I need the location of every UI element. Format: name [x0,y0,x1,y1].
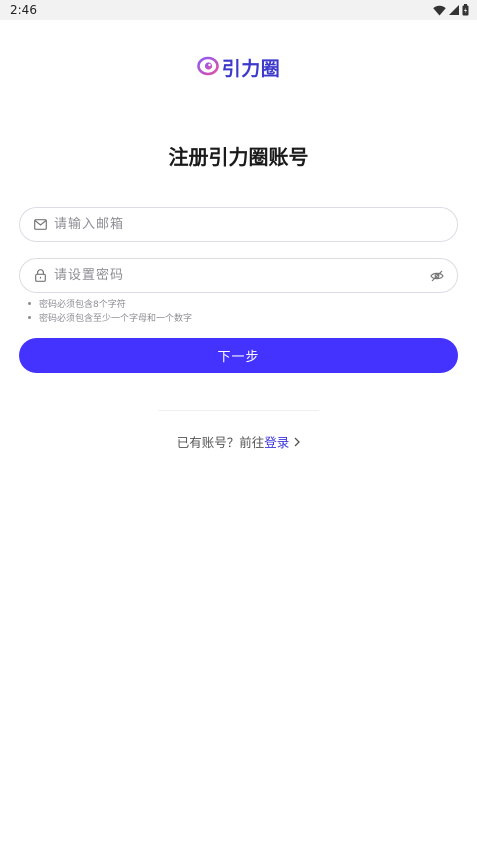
password-rule-text: 密码必须包含至少一个字母和一个数字 [39,313,193,324]
status-icons [433,4,469,16]
battery-icon [462,4,469,16]
password-input[interactable] [54,259,429,292]
password-field[interactable] [19,258,458,293]
page-title: 注册引力圈账号 [168,145,309,169]
divider [158,410,319,411]
mail-icon [33,218,47,232]
logo-icon [196,56,219,80]
chevron-right-icon [294,437,301,447]
login-prompt: 已有账号？前往 登录 [0,432,477,451]
lock-icon [33,269,47,283]
app-logo: 引力圈 [0,54,477,81]
password-rule-text: 密码必须包含8个字符 [39,299,126,310]
login-prompt-text: 已有账号？前往 [176,435,265,450]
next-button[interactable]: 下一步 [19,338,458,373]
wifi-icon [433,5,446,16]
logo-text: 引力圈 [221,58,281,80]
email-field[interactable] [19,207,458,242]
password-rules: 密码必须包含8个字符 密码必须包含至少一个字母和一个数字 [28,296,192,324]
bullet-icon [28,315,31,319]
login-link[interactable]: 登录 [264,432,301,451]
bullet-icon [28,301,31,305]
login-link-label[interactable]: 登录 [264,432,289,451]
password-rule: 密码必须包含8个字符 [28,296,192,310]
signal-icon [449,5,459,15]
password-rule: 密码必须包含至少一个字母和一个数字 [28,310,192,324]
eye-off-icon[interactable] [429,268,445,284]
status-bar: 2:46 [0,0,477,20]
status-time: 2:46 [10,3,37,17]
email-input[interactable] [54,208,445,241]
